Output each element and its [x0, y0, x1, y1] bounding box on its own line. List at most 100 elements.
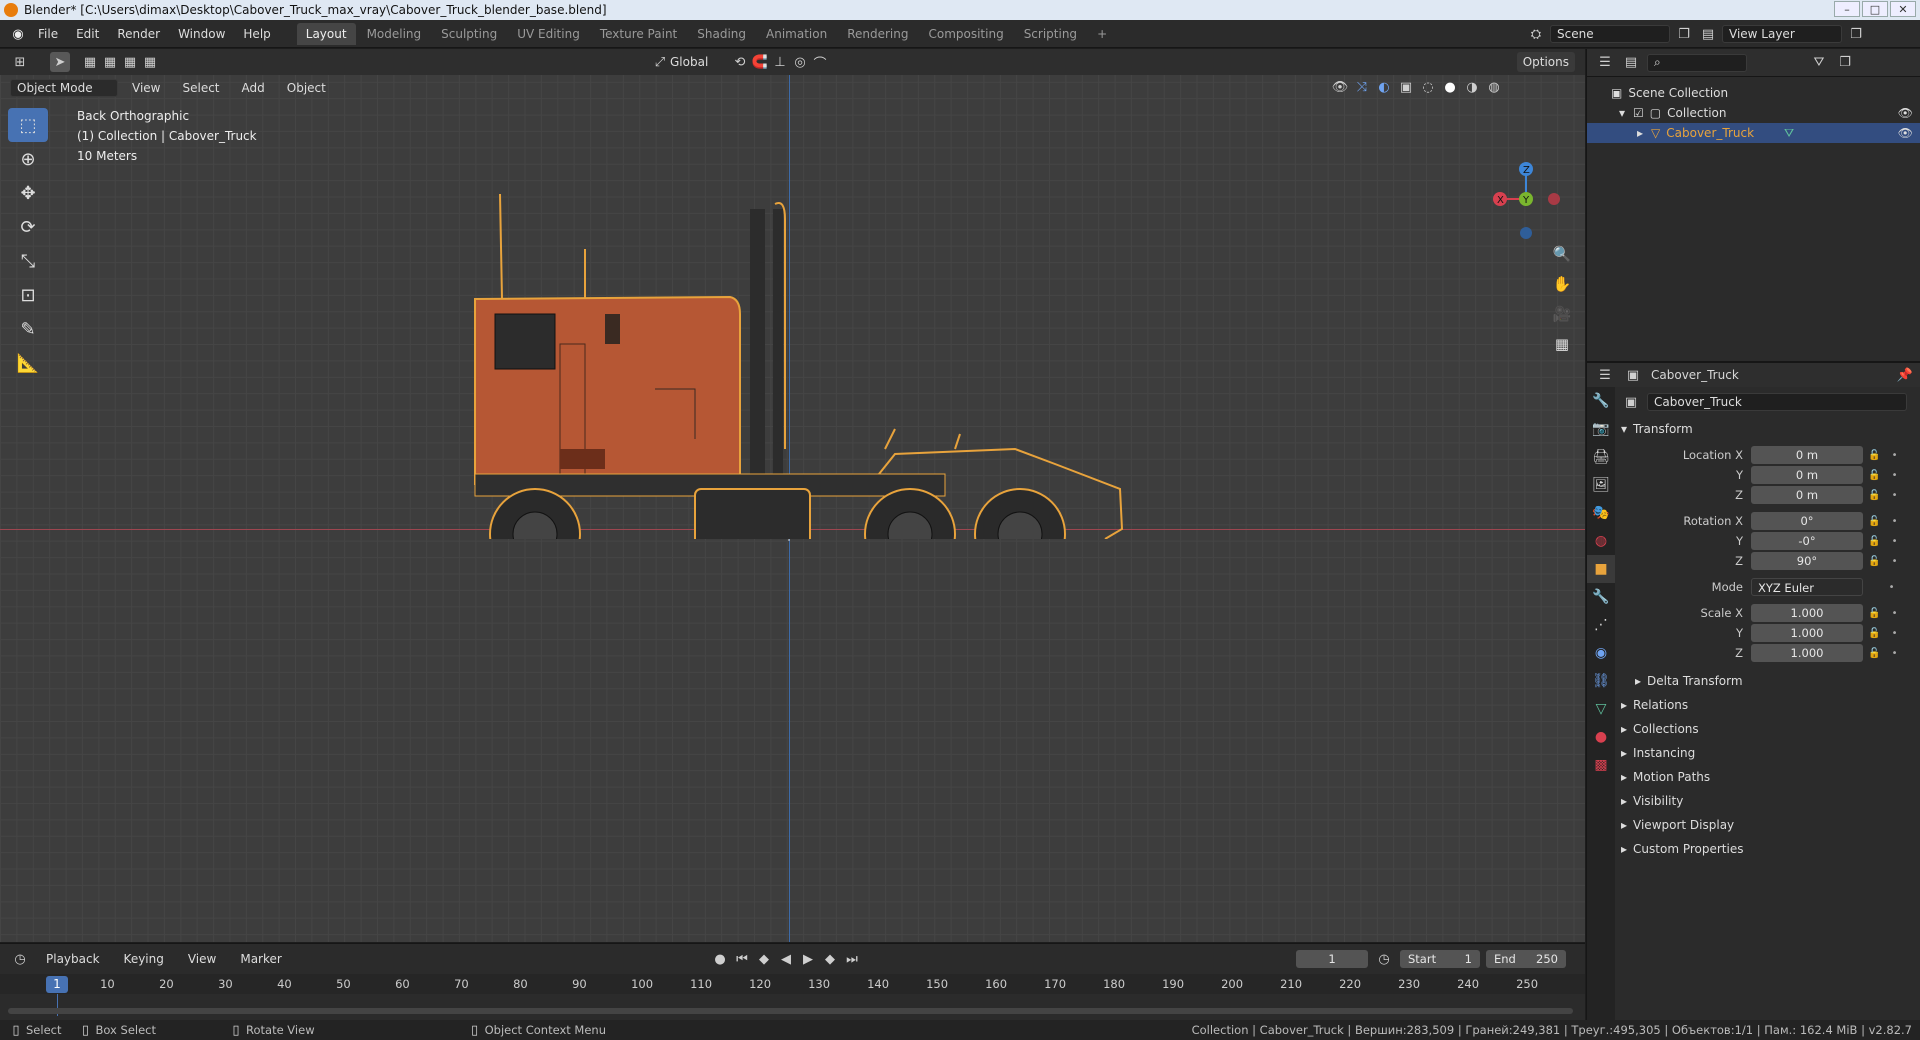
- outliner-search-input[interactable]: ⌕: [1647, 53, 1747, 72]
- options-dropdown[interactable]: Options: [1516, 52, 1575, 72]
- collections-panel[interactable]: ▸ Collections: [1621, 717, 1917, 741]
- viewport-menu-select[interactable]: Select: [174, 78, 227, 98]
- object-mode-dropdown[interactable]: Object Mode: [10, 79, 118, 97]
- lock-icon[interactable]: 🔓: [1868, 536, 1880, 547]
- rotation-x-field[interactable]: 0°: [1751, 512, 1863, 530]
- menu-help[interactable]: Help: [235, 24, 278, 44]
- lock-icon[interactable]: 🔓: [1868, 470, 1880, 481]
- wireframe-shading-icon[interactable]: ◌: [1418, 77, 1438, 97]
- solid-shading-icon[interactable]: ●: [1440, 77, 1460, 97]
- add-workspace-button[interactable]: +: [1088, 23, 1116, 45]
- outliner-row[interactable]: ▾ ☑ ▢ Collection 👁: [1587, 103, 1920, 123]
- lock-icon[interactable]: 🔓: [1868, 556, 1880, 567]
- display-mode-icon[interactable]: ▤: [1621, 53, 1641, 73]
- render-props-icon[interactable]: 📷: [1587, 415, 1615, 443]
- object-tab-icon[interactable]: ■: [1587, 555, 1615, 583]
- keyframe-dot-icon[interactable]: •: [1892, 628, 1898, 639]
- instancing-panel[interactable]: ▸ Instancing: [1621, 741, 1917, 765]
- proportional-edit-icon[interactable]: ◎: [790, 52, 810, 72]
- select-mode-invert-icon[interactable]: ▦: [140, 52, 160, 72]
- viewport-menu-object[interactable]: Object: [279, 78, 334, 98]
- texture-props-icon[interactable]: ▩: [1587, 751, 1615, 779]
- cursor-tool-icon[interactable]: ⊕: [8, 142, 48, 176]
- visibility-panel[interactable]: ▸ Visibility: [1621, 789, 1917, 813]
- delta-transform-subpanel[interactable]: ▸ Delta Transform: [1621, 669, 1917, 693]
- rotation-z-field[interactable]: 90°: [1751, 552, 1863, 570]
- tab-layout[interactable]: Layout: [296, 23, 356, 45]
- current-frame-indicator[interactable]: 1: [46, 976, 68, 993]
- tab-texture-paint[interactable]: Texture Paint: [591, 23, 686, 45]
- select-box-tool-icon[interactable]: ⬚: [8, 108, 48, 142]
- scale-y-field[interactable]: 1.000: [1751, 624, 1863, 642]
- tab-modeling[interactable]: Modeling: [358, 23, 431, 45]
- tab-rendering[interactable]: Rendering: [838, 23, 917, 45]
- outliner-editor-icon[interactable]: ☰: [1595, 53, 1615, 73]
- transform-orientation-dropdown[interactable]: Global: [670, 55, 730, 69]
- overlay-toggle-icon[interactable]: ◐: [1374, 77, 1394, 97]
- select-mode-subtract-icon[interactable]: ▦: [120, 52, 140, 72]
- material-shading-icon[interactable]: ◑: [1462, 77, 1482, 97]
- 3d-viewport[interactable]: ⊞ ➤ ▦ ▦ ▦ ▦ ⤢ Global ⟲ 🧲 ⊥ ◎ ⌒ Options O…: [0, 49, 1585, 942]
- relations-panel[interactable]: ▸ Relations: [1621, 693, 1917, 717]
- viewport-display-panel[interactable]: ▸ Viewport Display: [1621, 813, 1917, 837]
- scene-icon[interactable]: ⛭: [1526, 24, 1546, 44]
- keyframe-dot-icon[interactable]: •: [1892, 470, 1898, 481]
- location-z-field[interactable]: 0 m: [1751, 486, 1863, 504]
- keyframe-dot-icon[interactable]: •: [1892, 450, 1898, 461]
- transform-tool-icon[interactable]: ⊡: [8, 278, 48, 312]
- keyframe-dot-icon[interactable]: •: [1892, 516, 1898, 527]
- menu-file[interactable]: File: [30, 24, 66, 44]
- modifier-props-icon[interactable]: 🔧: [1587, 583, 1615, 611]
- menu-window[interactable]: Window: [170, 24, 233, 44]
- blender-menu-icon[interactable]: ◉: [8, 24, 28, 44]
- visibility-icon[interactable]: 👁: [1330, 77, 1350, 97]
- viewport-menu-add[interactable]: Add: [234, 78, 273, 98]
- pivot-point-icon[interactable]: ⟲: [730, 52, 750, 72]
- zoom-icon[interactable]: 🔍: [1548, 239, 1576, 269]
- rendered-shading-icon[interactable]: ◍: [1484, 77, 1504, 97]
- snap-icon[interactable]: 🧲: [750, 52, 770, 72]
- new-view-layer-icon[interactable]: ❐: [1846, 24, 1866, 44]
- view-layer-icon[interactable]: ▤: [1698, 24, 1718, 44]
- physics-props-icon[interactable]: ◉: [1587, 639, 1615, 667]
- annotate-tool-icon[interactable]: ✎: [8, 312, 48, 346]
- expand-arrow-icon[interactable]: ▸: [1637, 126, 1643, 140]
- keyframe-dot-icon[interactable]: •: [1892, 490, 1898, 501]
- lock-icon[interactable]: 🔓: [1868, 648, 1880, 659]
- scale-z-field[interactable]: 1.000: [1751, 644, 1863, 662]
- ortho-grid-icon[interactable]: ▦: [1548, 329, 1576, 359]
- scene-props-icon[interactable]: 🎭: [1587, 499, 1615, 527]
- minimize-button[interactable]: –: [1834, 1, 1860, 17]
- lock-icon[interactable]: 🔓: [1868, 516, 1880, 527]
- falloff-icon[interactable]: ⌒: [810, 52, 830, 72]
- keyframe-dot-icon[interactable]: •: [1892, 648, 1898, 659]
- transform-orientation-icon[interactable]: ⤢: [650, 52, 670, 72]
- measure-tool-icon[interactable]: 📐: [8, 346, 48, 380]
- scene-selector[interactable]: Scene: [1550, 25, 1670, 43]
- expand-arrow-icon[interactable]: ▾: [1619, 106, 1625, 120]
- gizmo-toggle-icon[interactable]: ⤨: [1352, 77, 1372, 97]
- material-props-icon[interactable]: ●: [1587, 723, 1615, 751]
- close-button[interactable]: ✕: [1890, 1, 1916, 17]
- cabover-truck-model[interactable]: [455, 149, 1135, 539]
- camera-view-icon[interactable]: 🎥: [1548, 299, 1576, 329]
- keyframe-dot-icon[interactable]: •: [1889, 582, 1895, 593]
- tab-sculpting[interactable]: Sculpting: [432, 23, 506, 45]
- menu-render[interactable]: Render: [109, 24, 168, 44]
- tool-props-icon[interactable]: 🔧: [1587, 387, 1615, 415]
- eye-icon[interactable]: 👁: [1898, 126, 1913, 140]
- rotate-tool-icon[interactable]: ⟳: [8, 210, 48, 244]
- new-scene-icon[interactable]: ❐: [1674, 24, 1694, 44]
- tab-uv-editing[interactable]: UV Editing: [508, 23, 589, 45]
- data-props-icon[interactable]: ▽: [1587, 695, 1615, 723]
- transform-panel-header[interactable]: ▾ Transform: [1621, 417, 1917, 441]
- scale-x-field[interactable]: 1.000: [1751, 604, 1863, 622]
- keyframe-dot-icon[interactable]: •: [1892, 608, 1898, 619]
- lock-icon[interactable]: 🔓: [1868, 628, 1880, 639]
- tab-compositing[interactable]: Compositing: [919, 23, 1012, 45]
- tab-scripting[interactable]: Scripting: [1015, 23, 1086, 45]
- maximize-button[interactable]: □: [1862, 1, 1888, 17]
- location-x-field[interactable]: 0 m: [1751, 446, 1863, 464]
- new-collection-icon[interactable]: ❐: [1835, 53, 1855, 73]
- timeline-scrollbar[interactable]: [8, 1008, 1573, 1014]
